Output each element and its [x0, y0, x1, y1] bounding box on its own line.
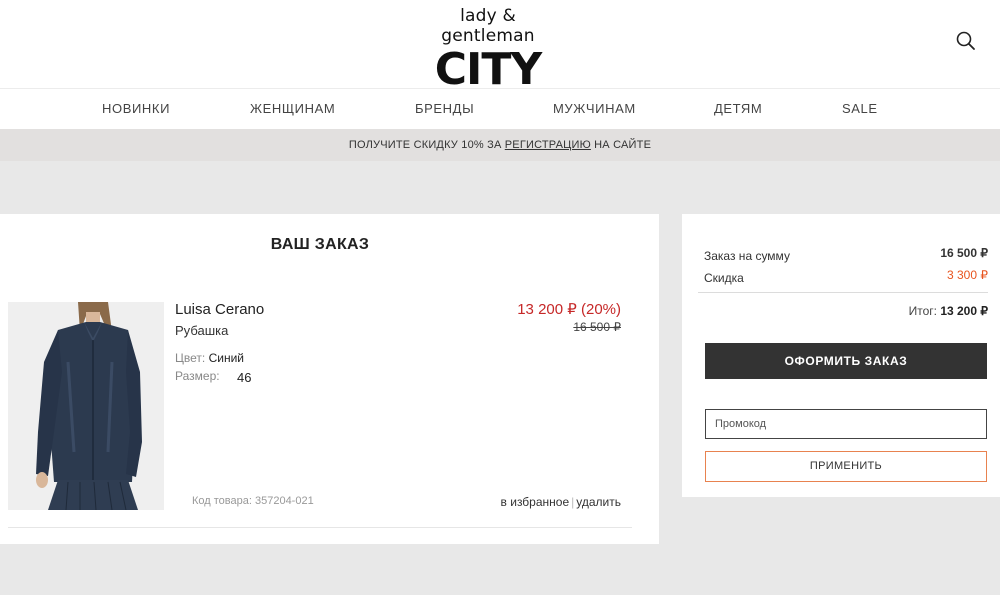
actions-separator: |: [571, 495, 575, 509]
product-type: Рубашка: [175, 323, 229, 338]
promo-text-prefix: ПОЛУЧИТЕ СКИДКУ 10% ЗА: [348, 139, 505, 151]
apply-promo-button[interactable]: ПРИМЕНИТЬ: [705, 451, 987, 482]
nav-item-men[interactable]: МУЖЧИНАМ: [553, 101, 636, 116]
discount-row: Скидка 3 300 ₽: [704, 268, 988, 285]
product-image[interactable]: [8, 302, 164, 510]
nav-item-kids[interactable]: ДЕТЯМ: [714, 101, 762, 116]
checkout-button[interactable]: ОФОРМИТЬ ЗАКАЗ: [705, 343, 987, 379]
order-title: ВАШ ЗАКАЗ: [270, 236, 370, 253]
promo-registration-link[interactable]: РЕГИСТРАЦИЮ: [505, 139, 591, 151]
logo-wordmark: CITY: [434, 44, 543, 95]
add-to-favorites-link[interactable]: в избранное: [501, 495, 570, 509]
product-sku: Код товара: 357204-021: [192, 495, 314, 507]
main-nav: НОВИНКИ ЖЕНЩИНАМ БРЕНДЫ МУЖЧИНАМ ДЕТЯМ S…: [0, 88, 1000, 129]
nav-item-women[interactable]: ЖЕНЩИНАМ: [250, 101, 335, 116]
total-value: 13 200 ₽: [940, 304, 988, 318]
size-label: Размер:: [175, 369, 220, 383]
price-original: 16 500 ₽: [573, 320, 621, 334]
nav-item-sale[interactable]: SALE: [842, 101, 878, 116]
subtotal-label: Заказ на сумму: [704, 249, 790, 263]
order-summary: Заказ на сумму 16 500 ₽ Скидка 3 300 ₽ И…: [682, 214, 1000, 497]
size-value: 46: [237, 370, 252, 385]
order-panel: ВАШ ЗАКАЗ Luisa Cerano Рубашка Цвет: Син…: [0, 214, 659, 544]
divider: [698, 292, 988, 293]
color-label: Цвет:: [175, 351, 206, 365]
discount-value: 3 300 ₽: [947, 268, 988, 282]
product-color: Цвет: Синий: [175, 351, 244, 365]
search-icon[interactable]: [955, 30, 977, 52]
promo-code-input[interactable]: [705, 409, 987, 439]
nav-item-brands[interactable]: БРЕНДЫ: [415, 101, 474, 116]
subtotal-value: 16 500 ₽: [940, 246, 988, 260]
promo-banner: ПОЛУЧИТЕ СКИДКУ 10% ЗА РЕГИСТРАЦИЮ НА СА…: [0, 129, 1000, 161]
logo-tagline: lady & gentleman: [441, 6, 535, 46]
price-discounted: 13 200 ₽ (20%): [517, 301, 621, 318]
site-logo[interactable]: lady & gentleman CITY: [413, 6, 563, 93]
promo-text-suffix: НА САЙТЕ: [590, 139, 652, 151]
subtotal-row: Заказ на сумму 16 500 ₽: [704, 246, 988, 263]
product-brand[interactable]: Luisa Cerano: [175, 301, 264, 318]
item-actions: в избранное | удалить: [501, 495, 621, 509]
nav-item-new[interactable]: НОВИНКИ: [102, 101, 170, 116]
total-label: Итог:: [908, 304, 937, 318]
remove-item-link[interactable]: удалить: [576, 495, 621, 509]
site-header: lady & gentleman CITY: [0, 0, 1000, 93]
divider: [8, 527, 632, 528]
color-value: Синий: [208, 351, 244, 365]
discount-label: Скидка: [704, 271, 744, 285]
total-row: Итог: 13 200 ₽: [909, 304, 988, 318]
